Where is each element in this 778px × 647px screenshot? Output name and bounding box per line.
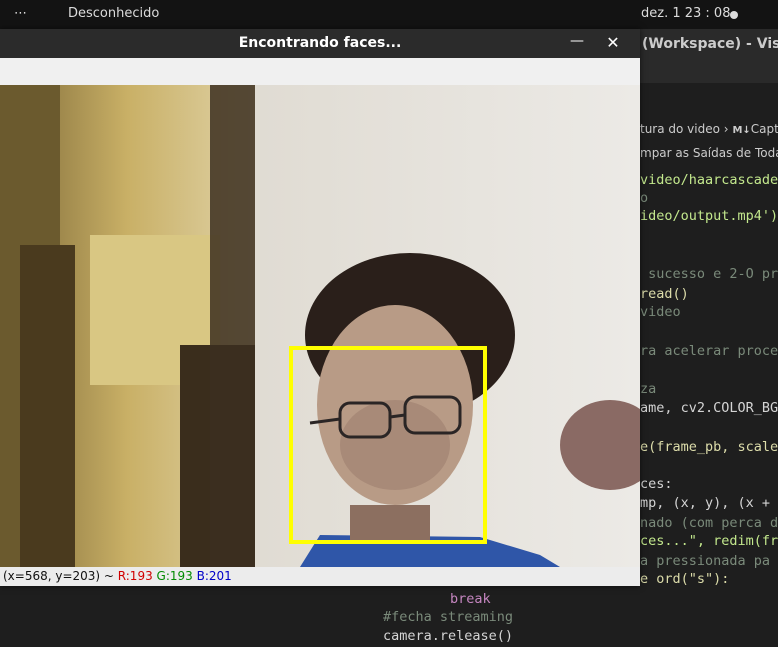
code-line[interactable]: e(frame_pb, scale — [640, 438, 778, 456]
code-line[interactable]: o — [640, 189, 648, 207]
code-line[interactable]: video — [640, 303, 681, 321]
code-line[interactable]: ces...", redim(fr — [640, 532, 778, 550]
code-line[interactable]: mp, (x, y), (x + — [640, 494, 770, 512]
code-line[interactable]: nado (com perca d — [640, 514, 778, 532]
code-line[interactable]: break — [450, 590, 491, 608]
code-line[interactable]: ces: — [640, 475, 673, 493]
status-bar: (x=568, y=203) ~ R:193 G:193 B:201 — [0, 567, 640, 586]
opencv-titlebar[interactable]: Encontrando faces... — ✕ — [0, 29, 640, 58]
clear-all-outputs-button[interactable]: mpar as Saídas de Todas — [640, 146, 778, 160]
minimize-button[interactable]: — — [569, 33, 585, 53]
pixel-red-value: R:193 — [117, 569, 153, 583]
code-line[interactable]: read() — [640, 285, 689, 303]
system-top-bar: ⋯ Desconhecido dez. 1 23 : 08 — [0, 0, 778, 29]
activities-menu-icon[interactable]: ⋯ — [14, 6, 28, 21]
code-line[interactable]: ra acelerar proce — [640, 342, 778, 360]
notification-dot-icon — [730, 11, 738, 19]
breadcrumb-separator-icon: › — [723, 122, 729, 136]
breadcrumb: tura do video › M↓Capt — [640, 122, 778, 136]
clock[interactable]: dez. 1 23 : 08 — [641, 6, 730, 21]
breadcrumb-item-folder[interactable]: tura do video — [640, 122, 720, 136]
focused-app-name[interactable]: Desconhecido — [68, 6, 159, 21]
opencv-toolbar — [0, 58, 640, 85]
code-line[interactable]: za — [640, 380, 656, 398]
close-button[interactable]: ✕ — [603, 33, 623, 53]
code-line[interactable]: e ord("s"): — [640, 570, 729, 588]
breadcrumb-item-file[interactable]: Capt — [751, 122, 778, 136]
pixel-green-value: G:193 — [156, 569, 193, 583]
code-line[interactable]: ame, cv2.COLOR_BG — [640, 399, 778, 417]
vscode-window-title: (Workspace) - Visua — [642, 36, 778, 52]
opencv-window: Encontrando faces... — ✕ (x=568, y=203) … — [0, 29, 640, 586]
pixel-blue-value: B:201 — [196, 569, 232, 583]
code-line[interactable]: camera.release() — [383, 627, 513, 645]
code-line[interactable]: a pressionada pa — [640, 552, 770, 570]
face-detection-box — [289, 346, 487, 544]
window-title: Encontrando faces... — [238, 35, 402, 51]
cursor-coordinates: (x=568, y=203) ~ — [3, 569, 118, 583]
code-line[interactable]: video/haarcascade — [640, 171, 778, 189]
code-line[interactable]: #fecha streaming — [383, 608, 513, 626]
code-line[interactable]: sucesso e 2-O pr — [640, 265, 778, 283]
webcam-frame[interactable] — [0, 85, 640, 567]
markdown-icon: M↓ — [732, 125, 751, 136]
code-line[interactable]: ideo/output.mp4') — [640, 207, 778, 225]
